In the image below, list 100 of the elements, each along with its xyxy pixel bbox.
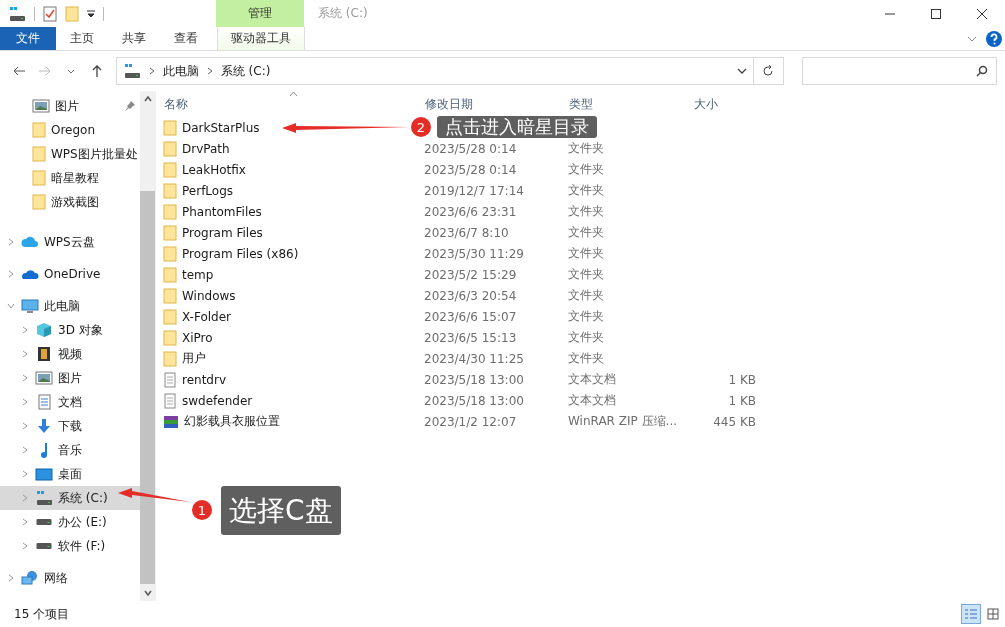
- column-header[interactable]: 修改日期: [424, 95, 568, 113]
- nav-item[interactable]: Oregon: [0, 118, 140, 142]
- date-cell-text: 2023/5/2 15:29: [424, 267, 518, 282]
- nav-item[interactable]: OneDrive: [0, 262, 140, 286]
- date-cell-text: 2023/5/30 11:29: [424, 246, 525, 261]
- item-count: 15 个项目: [14, 605, 70, 623]
- file-name[interactable]: XiPro: [182, 330, 213, 345]
- chevron-right-icon[interactable]: [21, 398, 29, 406]
- date-cell-text: 2023/6/7 8:10: [424, 225, 510, 240]
- date-cell-text: 2023/4/30 11:25: [424, 351, 525, 366]
- download-arrow-icon: [35, 418, 53, 434]
- date-cell-text: 2023/5/18 13:00: [424, 372, 525, 387]
- document-icon: [35, 394, 53, 410]
- folder-icon: [163, 119, 177, 136]
- refresh-icon: [762, 65, 775, 77]
- column-header[interactable]: 类型: [568, 95, 686, 113]
- text-file-icon: [163, 371, 177, 388]
- search-field[interactable]: [801, 57, 998, 85]
- chevron-right-icon[interactable]: [21, 374, 29, 382]
- file-name[interactable]: X-Folder: [182, 309, 232, 324]
- scrollbar[interactable]: [140, 91, 155, 601]
- nav-item[interactable]: 办公 (E:): [0, 510, 140, 534]
- file-name[interactable]: 用户: [182, 350, 206, 367]
- chevron-right-icon[interactable]: [21, 470, 29, 478]
- nav-item[interactable]: 此电脑: [0, 294, 140, 318]
- type-cell-text: WinRAR ZIP 压缩...: [568, 413, 678, 430]
- chevron-right-icon[interactable]: [21, 350, 29, 358]
- chevron-right-icon[interactable]: [21, 326, 29, 334]
- nav-item[interactable]: 下载: [0, 414, 140, 438]
- details-view-button[interactable]: [961, 604, 981, 624]
- breadcrumb-item[interactable]: 此电脑: [162, 62, 199, 80]
- chevron-right-icon[interactable]: [7, 270, 15, 278]
- date-cell-text: 2019/12/7 17:14: [424, 183, 525, 198]
- ribbon-tab[interactable]: 驱动器工具: [217, 27, 305, 50]
- folder-icon: [163, 203, 177, 220]
- date-cell-text: 2023/6/6 23:31: [424, 204, 518, 219]
- chevron-right-icon: [148, 67, 155, 75]
- desktop-icon: [35, 466, 53, 482]
- folder-icon: [163, 224, 177, 241]
- monitor-icon: [21, 298, 39, 314]
- step-number-badge: 1: [192, 500, 212, 520]
- chevron-right-icon[interactable]: [21, 446, 29, 454]
- nav-item[interactable]: 3D 对象: [0, 318, 140, 342]
- nav-item[interactable]: 软件 (F:): [0, 534, 140, 558]
- file-name[interactable]: LeakHotfix: [182, 162, 246, 177]
- column-header[interactable]: 名称: [163, 95, 424, 113]
- grid-icon: [987, 608, 999, 620]
- nav-item[interactable]: 音乐: [0, 438, 140, 462]
- file-name[interactable]: temp: [182, 267, 214, 282]
- file-name[interactable]: PhantomFiles: [182, 204, 262, 219]
- chevron-right-icon[interactable]: [7, 238, 15, 246]
- nav-item[interactable]: WPS云盘: [0, 230, 140, 254]
- file-name[interactable]: Program Files: [182, 225, 263, 240]
- nav-item[interactable]: 图片: [0, 366, 140, 390]
- close-icon: [977, 8, 987, 19]
- folder-icon: [163, 161, 177, 178]
- file-name[interactable]: DarkStarPlus: [182, 120, 260, 135]
- maximize-icon: [931, 8, 941, 19]
- date-cell-text: 2023/6/3 20:54: [424, 288, 518, 303]
- chevron-right-icon[interactable]: [21, 518, 29, 526]
- type-cell-text: 文件夹: [568, 308, 605, 325]
- column-header[interactable]: 大小: [686, 95, 756, 113]
- folder-icon: [32, 122, 46, 138]
- nav-item[interactable]: 桌面: [0, 462, 140, 486]
- chevron-right-icon[interactable]: [21, 542, 29, 550]
- nav-item[interactable]: 系统 (C:): [0, 486, 140, 510]
- search-icon: [976, 65, 989, 77]
- type-cell-text: 文件夹: [568, 203, 605, 220]
- type-cell-text: 文件夹: [568, 161, 605, 178]
- file-name[interactable]: 幻影载具衣服位置: [184, 413, 280, 430]
- address-bar[interactable]: 此电脑 系统 (C:): [115, 57, 784, 85]
- folder-icon: [163, 182, 177, 199]
- file-name[interactable]: Program Files (x86): [182, 246, 299, 261]
- nav-item[interactable]: 视频: [0, 342, 140, 366]
- file-name[interactable]: Windows: [182, 288, 236, 303]
- nav-item[interactable]: 游戏截图: [0, 190, 140, 214]
- chevron-right-icon[interactable]: [7, 574, 15, 582]
- file-name[interactable]: swdefender: [182, 393, 253, 408]
- checklist-icon[interactable]: [43, 5, 57, 22]
- dropdown-icon[interactable]: [87, 9, 95, 18]
- context-tab-header: 管理: [216, 0, 304, 27]
- nav-item[interactable]: 暗星教程: [0, 166, 140, 190]
- file-name[interactable]: rentdrv: [182, 372, 226, 387]
- nav-item[interactable]: 图片: [0, 94, 140, 118]
- breadcrumb-item[interactable]: 系统 (C:): [220, 62, 271, 80]
- picture-icon: [35, 370, 53, 386]
- drive-icon: [8, 5, 26, 22]
- chevron-right-icon[interactable]: [21, 494, 29, 502]
- drive-icon: [35, 490, 53, 506]
- nav-item[interactable]: 网络: [0, 566, 140, 590]
- file-name[interactable]: DrvPath: [182, 141, 230, 156]
- chevron-right-icon[interactable]: [21, 422, 29, 430]
- date-cell-text: 2023/5/28 0:14: [424, 162, 518, 177]
- file-name[interactable]: PerfLogs: [182, 183, 234, 198]
- type-cell-text: 文本文档: [568, 371, 617, 388]
- nav-item[interactable]: WPS图片批量处: [0, 142, 140, 166]
- nav-item[interactable]: 文档: [0, 390, 140, 414]
- ribbon-tab[interactable]: 文件: [0, 27, 56, 50]
- chevron-down-icon[interactable]: [7, 302, 15, 310]
- type-cell-text: 文件夹: [568, 140, 605, 157]
